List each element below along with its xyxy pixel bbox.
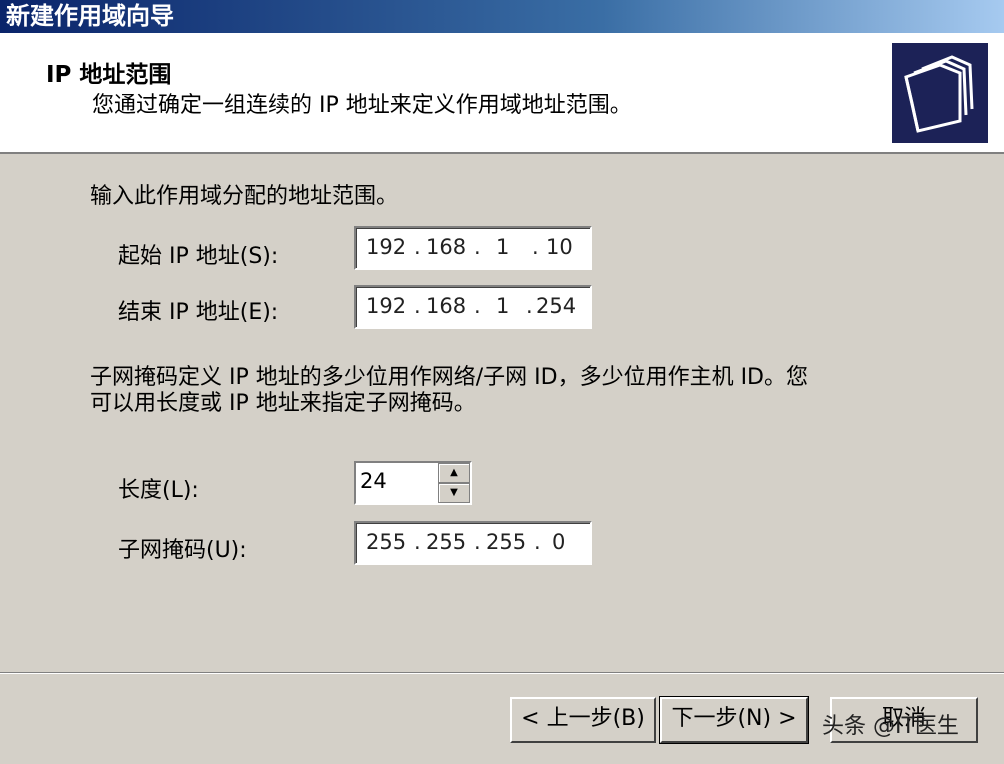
end-ip-octet-2[interactable]: 168	[426, 294, 466, 318]
next-button[interactable]: 下一步(N) >	[659, 696, 809, 744]
window-title: 新建作用域向导	[0, 0, 1004, 33]
subnet-mask-field[interactable]: 255 . 255 . 255 . 0	[354, 521, 592, 565]
subnet-description-line: 子网掩码定义 IP 地址的多少位用作网络/子网 ID，多少位用作主机 ID。您	[90, 365, 808, 390]
octet-dot: .	[526, 294, 533, 318]
page-subtitle: 您通过确定一组连续的 IP 地址来定义作用域地址范围。	[92, 93, 632, 118]
end-ip-octet-4[interactable]: 254	[536, 294, 576, 318]
subnet-description-line: 可以用长度或 IP 地址来指定子网掩码。	[90, 391, 476, 416]
octet-dot: .	[532, 235, 539, 259]
folders-icon	[892, 43, 988, 143]
watermark: 头条 @IT医生	[822, 714, 959, 739]
page-title: IP 地址范围	[46, 62, 172, 88]
end-ip-label: 结束 IP 地址(E):	[118, 300, 279, 325]
stepper-buttons: ▲ ▼	[438, 463, 470, 503]
octet-dot: .	[414, 294, 421, 318]
mask-octet-2[interactable]: 255	[426, 530, 466, 554]
increment-button[interactable]: ▲	[438, 463, 470, 483]
octet-dot: .	[474, 235, 481, 259]
decrement-button[interactable]: ▼	[438, 483, 470, 503]
mask-octet-4[interactable]: 0	[552, 530, 565, 554]
start-ip-octet-3[interactable]: 1	[496, 235, 509, 259]
end-ip-octet-3[interactable]: 1	[496, 294, 509, 318]
octet-dot: .	[474, 530, 481, 554]
octet-dot: .	[534, 530, 541, 554]
start-ip-octet-4[interactable]: 10	[546, 235, 573, 259]
subnet-mask-label: 子网掩码(U):	[118, 538, 247, 563]
footer-divider	[0, 672, 1004, 674]
length-label: 长度(L):	[118, 478, 199, 503]
end-ip-field[interactable]: 192 . 168 . 1 . 254	[354, 285, 592, 329]
length-value[interactable]: 24	[360, 469, 387, 493]
wizard-header: IP 地址范围 您通过确定一组连续的 IP 地址来定义作用域地址范围。	[0, 33, 1004, 154]
mask-octet-3[interactable]: 255	[486, 530, 526, 554]
octet-dot: .	[414, 530, 421, 554]
start-ip-label: 起始 IP 地址(S):	[118, 244, 279, 269]
start-ip-octet-2[interactable]: 168	[426, 235, 466, 259]
start-ip-field[interactable]: 192 . 168 . 1 . 10	[354, 226, 592, 270]
back-button[interactable]: < 上一步(B)	[510, 697, 656, 743]
start-ip-octet-1[interactable]: 192	[366, 235, 406, 259]
mask-octet-1[interactable]: 255	[366, 530, 406, 554]
length-stepper[interactable]: 24 ▲ ▼	[354, 461, 472, 505]
subnet-description: 子网掩码定义 IP 地址的多少位用作网络/子网 ID，多少位用作主机 ID。您 …	[90, 365, 910, 417]
octet-dot: .	[474, 294, 481, 318]
end-ip-octet-1[interactable]: 192	[366, 294, 406, 318]
octet-dot: .	[414, 235, 421, 259]
range-intro: 输入此作用域分配的地址范围。	[90, 184, 399, 209]
